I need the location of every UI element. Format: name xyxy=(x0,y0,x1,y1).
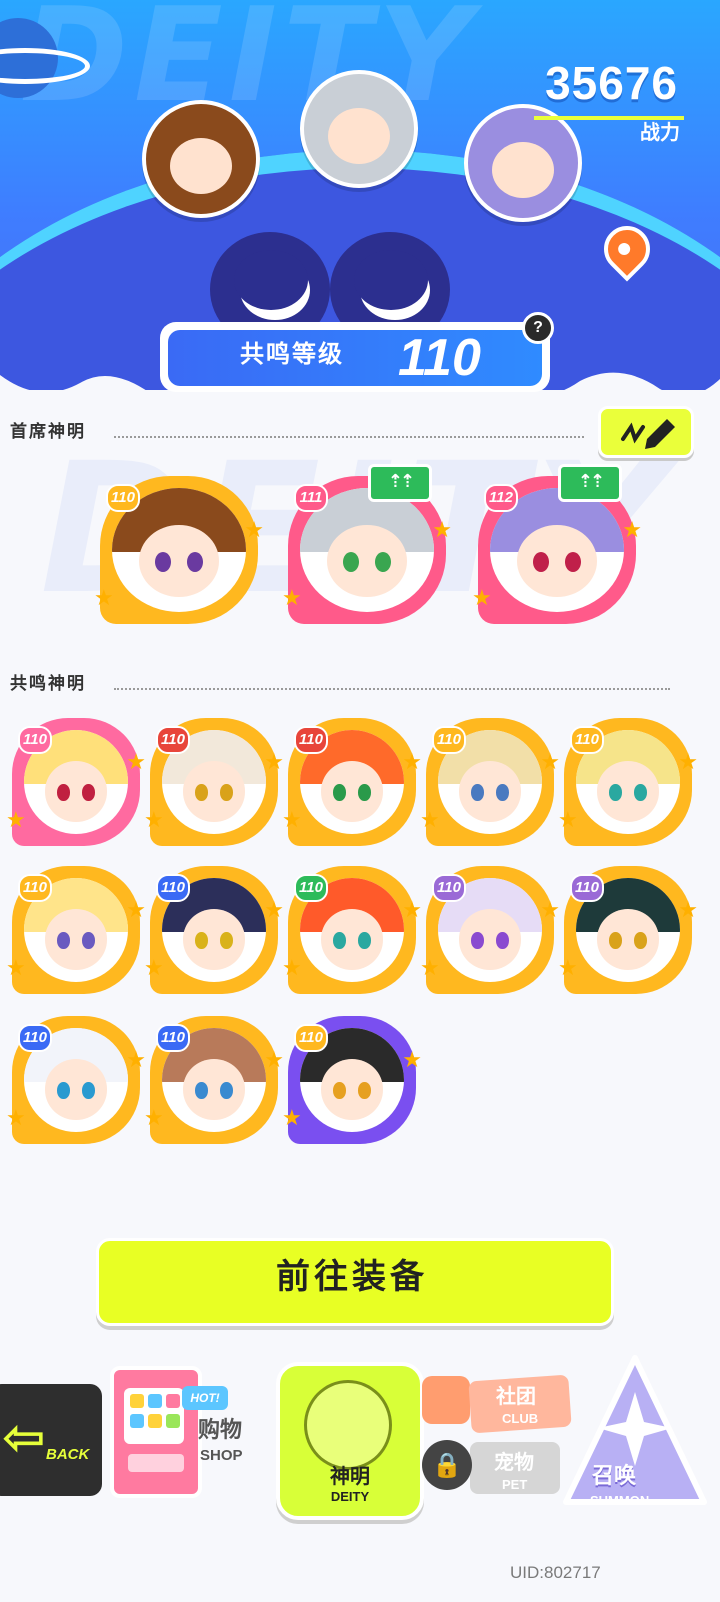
summon-label[interactable]: 召唤 xyxy=(592,1466,636,1488)
deity-card[interactable]: 110 ★ ★ xyxy=(94,476,264,624)
star-icon: ★ xyxy=(678,898,698,923)
deity-card[interactable]: 110 ★ ★ xyxy=(6,718,146,846)
star-icon: ★ xyxy=(558,956,578,981)
deity-card[interactable]: 110 ★ ★ xyxy=(144,718,284,846)
level-badge: 110 xyxy=(18,874,52,902)
star-icon: ★ xyxy=(264,1048,284,1073)
deity-card[interactable]: 110 ★ ★ xyxy=(6,1016,146,1144)
level-badge: 110 xyxy=(18,1024,52,1052)
star-icon: ★ xyxy=(264,898,284,923)
level-badge: 110 xyxy=(294,1024,328,1052)
back-label[interactable]: BACK xyxy=(46,1447,89,1462)
level-badge: 110 xyxy=(570,726,604,754)
star-icon: ★ xyxy=(244,518,264,543)
lock-icon: 🔒 xyxy=(422,1440,472,1490)
deity-card[interactable]: 110 ★ ★ xyxy=(144,1016,284,1144)
star-icon: ★ xyxy=(94,586,114,611)
hot-badge: HOT! xyxy=(182,1386,228,1410)
hero-chibi-3[interactable] xyxy=(464,104,582,222)
shop-sub-label[interactable]: SHOP xyxy=(200,1448,243,1463)
user-id: UID:802717 xyxy=(510,1563,601,1582)
deity-card[interactable]: 110 ★ ★ xyxy=(282,1016,422,1144)
star-icon: ★ xyxy=(402,750,422,775)
hero-chibi-2[interactable] xyxy=(300,70,418,188)
level-badge: 110 xyxy=(570,874,604,902)
star-icon: ★ xyxy=(6,956,26,981)
upgrade-arrows-icon: ⇡⇡ xyxy=(558,464,622,502)
star-icon: ★ xyxy=(282,956,302,981)
deity-card[interactable]: 110 ★ ★ xyxy=(282,718,422,846)
deity-card[interactable]: 110 ★ ★ xyxy=(558,866,698,994)
star-icon: ★ xyxy=(420,956,440,981)
star-icon: ★ xyxy=(472,586,492,611)
star-icon: ★ xyxy=(558,808,578,833)
deity-card[interactable]: 110 ★ ★ xyxy=(6,866,146,994)
deity-mascot-icon xyxy=(304,1380,392,1470)
level-badge: 110 xyxy=(294,726,328,754)
star-icon: ★ xyxy=(282,1106,302,1131)
deity-card[interactable]: 110 ★ ★ xyxy=(420,866,560,994)
star-icon: ★ xyxy=(264,750,284,775)
resonance-level-inner xyxy=(168,330,542,386)
chief-divider xyxy=(114,436,584,438)
resonant-deity-title: 共鸣神明 xyxy=(10,674,86,694)
resonant-divider xyxy=(114,688,670,690)
pet-label[interactable]: 宠物 xyxy=(494,1452,534,1472)
resonance-level-label: 共鸣等级 xyxy=(240,340,344,368)
level-badge: 110 xyxy=(18,726,52,754)
summon-sub-label[interactable]: SUMMON xyxy=(590,1494,649,1507)
deity-card[interactable]: 111 ★ ★ ⇡⇡ xyxy=(282,464,452,624)
star-icon: ★ xyxy=(282,808,302,833)
star-icon: ★ xyxy=(402,898,422,923)
hero-chibi-1[interactable] xyxy=(142,100,260,218)
deity-tab-label[interactable]: 神明 xyxy=(276,1466,424,1486)
level-badge: 112 xyxy=(484,484,518,512)
star-icon: ★ xyxy=(622,518,642,543)
deity-card[interactable]: 110 ★ ★ xyxy=(144,866,284,994)
star-icon: ★ xyxy=(282,586,302,611)
star-icon: ★ xyxy=(432,518,452,543)
chief-deity-title: 首席神明 xyxy=(10,422,86,442)
level-badge: 110 xyxy=(156,874,190,902)
star-icon: ★ xyxy=(420,808,440,833)
level-badge: 110 xyxy=(432,726,466,754)
club-sub-label[interactable]: CLUB xyxy=(502,1412,538,1425)
pencil-icon xyxy=(621,419,675,449)
star-icon: ★ xyxy=(678,750,698,775)
star-icon: ★ xyxy=(6,808,26,833)
level-badge: 110 xyxy=(294,874,328,902)
upgrade-arrows-icon: ⇡⇡ xyxy=(368,464,432,502)
star-icon: ★ xyxy=(540,750,560,775)
deity-tab-sub-label[interactable]: DEITY xyxy=(276,1490,424,1503)
star-icon: ★ xyxy=(126,898,146,923)
level-badge: 111 xyxy=(294,484,328,512)
deity-card[interactable]: 110 ★ ★ xyxy=(420,718,560,846)
club-label[interactable]: 社团 xyxy=(496,1386,536,1406)
star-icon: ★ xyxy=(126,1048,146,1073)
star-icon: ★ xyxy=(402,1048,422,1073)
pet-sub-label[interactable]: PET xyxy=(502,1478,527,1491)
star-icon: ★ xyxy=(144,808,164,833)
edit-chief-button[interactable] xyxy=(598,406,694,458)
level-badge: 110 xyxy=(106,484,140,512)
club-bag-icon[interactable] xyxy=(422,1376,470,1424)
star-icon: ★ xyxy=(540,898,560,923)
go-equip-label[interactable]: 前往装备 xyxy=(96,1260,608,1294)
star-icon: ★ xyxy=(126,750,146,775)
star-icon: ★ xyxy=(144,1106,164,1131)
help-icon[interactable]: ? xyxy=(522,312,554,344)
deity-card[interactable]: 112 ★ ★ ⇡⇡ xyxy=(472,464,642,624)
level-badge: 110 xyxy=(432,874,466,902)
resonance-level-value: 110 xyxy=(398,329,481,387)
power-value: 35676 xyxy=(545,57,678,109)
level-badge: 110 xyxy=(156,1024,190,1052)
power-label: 战力 xyxy=(640,120,680,144)
deity-card[interactable]: 110 ★ ★ xyxy=(282,866,422,994)
shop-label[interactable]: 购物 xyxy=(198,1420,242,1442)
star-icon: ★ xyxy=(6,1106,26,1131)
star-icon: ★ xyxy=(144,956,164,981)
deity-card[interactable]: 110 ★ ★ xyxy=(558,718,698,846)
level-badge: 110 xyxy=(156,726,190,754)
